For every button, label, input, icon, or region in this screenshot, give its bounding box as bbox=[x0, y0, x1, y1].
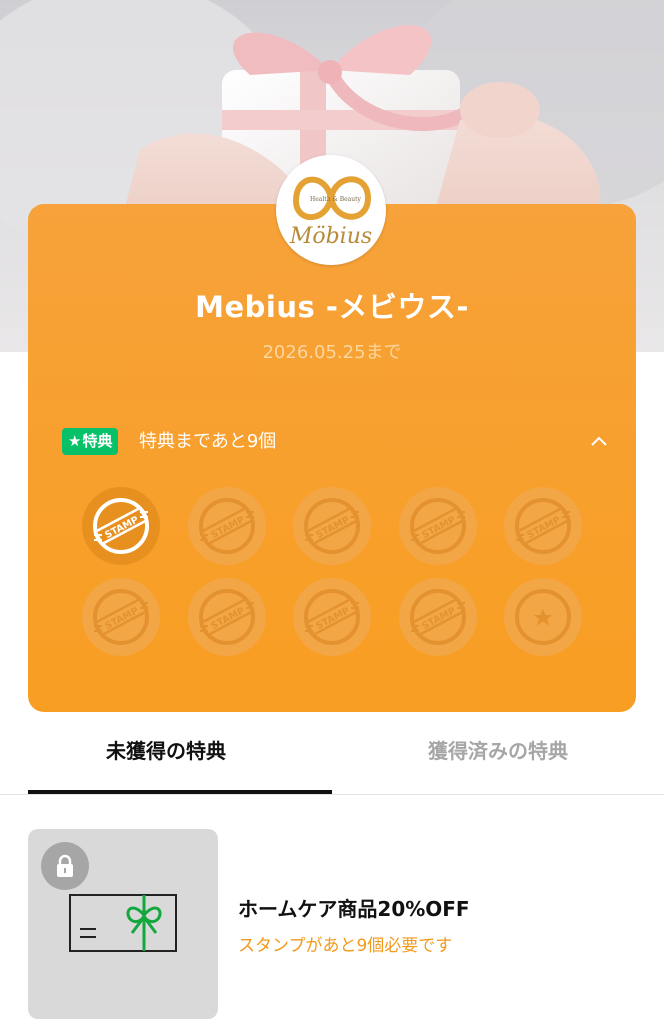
stamp-slot: STAMP bbox=[398, 487, 477, 565]
stamp-slot: STAMP bbox=[293, 487, 371, 565]
stamp-slot: STAMP bbox=[398, 578, 477, 656]
stamp-slot-reward bbox=[504, 578, 582, 656]
shop-logo: Health & Beauty Möbius bbox=[276, 155, 386, 265]
shop-title: Mebius -メビウス- bbox=[195, 290, 469, 324]
lock-icon bbox=[41, 842, 89, 890]
star-icon: ★ bbox=[68, 432, 82, 450]
divider bbox=[0, 794, 664, 795]
svg-text:Health & Beauty: Health & Beauty bbox=[310, 196, 362, 203]
reward-thumbnail[interactable] bbox=[28, 829, 218, 1019]
stamp-icon: STAMP bbox=[293, 487, 371, 565]
chevron-up-icon[interactable] bbox=[588, 430, 610, 452]
stamp-icon: STAMP bbox=[82, 578, 160, 656]
stamp-icon: STAMP bbox=[293, 578, 371, 656]
stamp-icon: STAMP bbox=[187, 578, 266, 656]
reward-badge-label: 特典 bbox=[82, 432, 113, 450]
reward-title[interactable]: ホームケア商品20%OFF bbox=[238, 893, 470, 922]
expiry-date: 2026.05.25まで bbox=[262, 342, 402, 363]
stamp-slot: STAMP bbox=[187, 578, 266, 656]
stamp-icon: STAMP bbox=[187, 487, 266, 565]
reward-tabs: 未獲得の特典 獲得済みの特典 bbox=[0, 715, 664, 795]
reward-badge: ★ 特典 bbox=[62, 428, 119, 455]
stamp-icon: STAMP bbox=[398, 487, 477, 565]
gift-card-icon bbox=[69, 894, 177, 952]
stamp-collected: STAMP bbox=[82, 487, 160, 565]
stamp-slot: STAMP bbox=[293, 578, 371, 656]
star-icon bbox=[504, 578, 582, 656]
reward-requirement: スタンプがあと9個必要です bbox=[238, 936, 453, 956]
svg-text:Möbius: Möbius bbox=[289, 224, 372, 249]
stamp-icon: STAMP bbox=[82, 487, 160, 565]
stamp-slot: STAMP bbox=[187, 487, 266, 565]
stamps-remaining: 特典まであと9個 bbox=[139, 431, 277, 452]
stamp-icon: STAMP bbox=[504, 487, 582, 565]
stamp-icon: STAMP bbox=[398, 578, 477, 656]
stamp-slot: STAMP bbox=[82, 578, 160, 656]
tab-unearned-rewards[interactable]: 未獲得の特典 bbox=[0, 715, 332, 791]
tab-earned-rewards[interactable]: 獲得済みの特典 bbox=[332, 715, 664, 791]
stamp-slot: STAMP bbox=[504, 487, 582, 565]
